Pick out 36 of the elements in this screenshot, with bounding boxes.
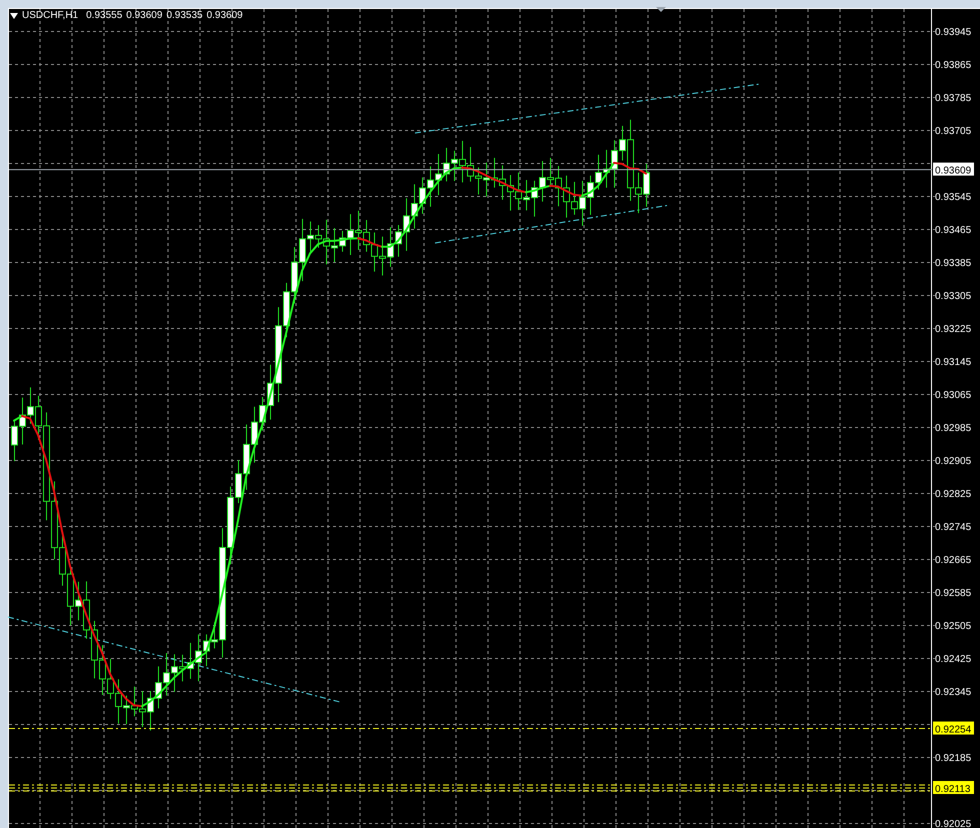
price-axis-label: 0.92985 <box>935 423 972 434</box>
horizontal-level-line[interactable] <box>8 728 932 730</box>
price-axis-label: 0.93945 <box>935 27 972 38</box>
ohlc-value: 0.93609 <box>126 9 162 23</box>
trend-line[interactable] <box>414 84 760 134</box>
price-axis-label: 0.93385 <box>935 258 972 269</box>
price-marker-label: 0.93609 <box>933 162 974 177</box>
price-axis-label: 0.92505 <box>935 621 972 632</box>
price-axis-label: 0.92425 <box>935 654 972 665</box>
price-axis-label: 0.92585 <box>935 588 972 599</box>
price-axis-label: 0.93785 <box>935 93 972 104</box>
shift-marker-icon[interactable] <box>656 7 666 12</box>
price-axis-label: 0.92825 <box>935 489 972 500</box>
price-axis-label: 0.92665 <box>935 555 972 566</box>
price-axis-label: 0.93705 <box>935 126 972 137</box>
price-axis-label: 0.92745 <box>935 522 972 533</box>
price-axis-label: 0.92025 <box>935 819 972 828</box>
price-axis-label: 0.93145 <box>935 357 972 368</box>
price-axis-label: 0.93865 <box>935 60 972 71</box>
price-axis-label: 0.92185 <box>935 753 972 764</box>
price-axis-label: 0.92905 <box>935 456 972 467</box>
price-axis-label: 0.93545 <box>935 192 972 203</box>
ohlc-value: 0.93555 <box>86 9 122 23</box>
price-axis-label: 0.93225 <box>935 324 972 335</box>
price-axis-label: 0.93465 <box>935 225 972 236</box>
ohlc-value: 0.93609 <box>206 9 243 23</box>
price-marker-label: 0.92113 <box>933 781 974 795</box>
ohlc-value: 0.93535 <box>166 9 203 23</box>
price-axis-label: 0.93305 <box>935 291 972 302</box>
horizontal-level-lines[interactable] <box>8 784 932 792</box>
trend-line[interactable] <box>8 616 340 702</box>
symbol-timeframe: USDCHF,H1 <box>22 9 78 23</box>
price-axis-label: 0.93065 <box>935 390 972 401</box>
price-marker-label: 0.92254 <box>933 722 974 736</box>
price-axis-label: 0.92345 <box>935 687 972 698</box>
dropdown-caret-icon[interactable] <box>10 13 18 19</box>
